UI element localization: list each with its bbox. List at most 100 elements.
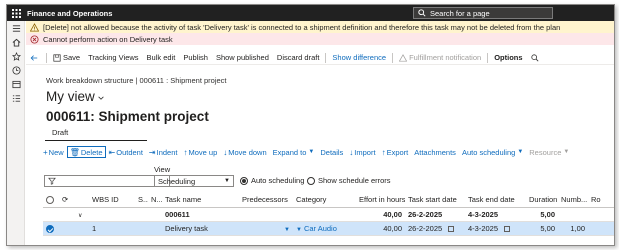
resource-button[interactable]: Resource ▼	[526, 148, 572, 157]
plus-icon: +	[43, 147, 48, 157]
export-button[interactable]: ↑ Export	[379, 148, 412, 157]
header-predecessors[interactable]: Predecessors	[239, 193, 293, 208]
hamburger-icon[interactable]	[7, 21, 25, 35]
search-placeholder: Search for a page	[430, 8, 490, 18]
page-title: 000611: Shipment project	[46, 109, 209, 124]
row-selected-checkbox[interactable]	[46, 224, 54, 233]
save-button[interactable]: Save	[49, 53, 84, 62]
app-title[interactable]: Finance and Operations	[27, 9, 112, 18]
header-wbs-id[interactable]: WBS ID	[89, 193, 135, 208]
select-all-checkbox[interactable]	[46, 196, 54, 205]
cell-wbs-id[interactable]	[89, 207, 135, 222]
cell-s	[135, 207, 148, 222]
calendar-icon[interactable]	[504, 225, 511, 232]
publish-button[interactable]: Publish	[179, 53, 212, 62]
cell-duration[interactable]: 5,00	[526, 221, 558, 236]
indent-button[interactable]: ⇥ Indent	[146, 148, 181, 157]
move-down-label: Move down	[228, 147, 267, 157]
outdent-icon: ⇤	[108, 147, 116, 157]
move-up-button[interactable]: ↑ Move up	[180, 148, 220, 157]
bulk-edit-button[interactable]: Bulk edit	[143, 53, 180, 62]
auto-scheduling-radio-label: Auto scheduling	[251, 176, 305, 185]
home-icon[interactable]	[7, 35, 25, 49]
cell-number[interactable]: 1,00	[558, 221, 588, 236]
table-row[interactable]: 1 Delivery task ▼ ▼ Car Audio 40,00 26-2-…	[43, 221, 614, 236]
header-end-date[interactable]: Task end date	[465, 193, 526, 208]
cell-wbs-id[interactable]: 1	[89, 221, 135, 236]
cell-effort[interactable]: 40,00	[356, 207, 405, 222]
tracking-views-button[interactable]: Tracking Views	[84, 53, 142, 62]
header-start-date[interactable]: Task start date	[405, 193, 465, 208]
header-duration[interactable]: Duration	[526, 193, 558, 208]
cell-category[interactable]: ▼ Car Audio	[293, 221, 356, 236]
chevron-down-icon: ▼	[563, 149, 570, 155]
list-icon[interactable]	[7, 91, 25, 105]
calendar-icon[interactable]	[448, 225, 455, 232]
move-down-button[interactable]: ↓ Move down	[220, 148, 269, 157]
import-button[interactable]: ↓ Import	[346, 148, 378, 157]
discard-draft-button[interactable]: Discard draft	[273, 53, 324, 62]
header-category[interactable]: Category	[293, 193, 356, 208]
outdent-button[interactable]: ⇤ Outdent	[106, 148, 146, 157]
category-link[interactable]: Car Audio	[304, 224, 337, 233]
attachments-button[interactable]: Attachments	[411, 148, 459, 157]
import-label: Import	[354, 147, 376, 157]
start-date-value: 26-2-2025	[408, 223, 443, 233]
collapse-toggle[interactable]: ∨	[75, 207, 89, 222]
cell-predecessors[interactable]	[239, 207, 293, 222]
clock-icon[interactable]	[7, 63, 25, 77]
show-published-button[interactable]: Show published	[212, 53, 273, 62]
status-tab[interactable]: Draft	[52, 128, 68, 137]
delete-button[interactable]: 🗑 Delete	[66, 146, 106, 158]
cell-duration[interactable]: 5,00	[526, 207, 558, 222]
back-button[interactable]	[26, 54, 44, 62]
chevron-down-icon: ∨	[78, 212, 83, 219]
cell-task-name[interactable]: 000611	[162, 207, 239, 222]
cell-end-date[interactable]: 4-3-2025	[465, 207, 526, 222]
header-effort[interactable]: Effort in hours	[356, 193, 405, 208]
search-box[interactable]: Search for a page	[413, 7, 553, 19]
header-s[interactable]: S...	[135, 193, 148, 208]
indent-label: Indent	[156, 147, 178, 157]
expand-to-button[interactable]: Expand to ▼	[270, 148, 318, 157]
select-all-header[interactable]	[43, 193, 59, 208]
radio-selected-icon	[240, 176, 248, 185]
cell-category[interactable]	[293, 207, 356, 222]
new-button[interactable]: + New	[40, 148, 67, 157]
cell-effort[interactable]: 40,00	[356, 221, 405, 236]
fulfillment-notification-label: Fulfillment notification	[409, 53, 482, 62]
header-number[interactable]: Numb...	[558, 193, 588, 208]
row-spacer-cell	[59, 207, 75, 222]
cell-end-date[interactable]: 4-3-2025	[465, 221, 526, 236]
app-launcher-icon[interactable]	[7, 5, 25, 21]
refresh-header[interactable]: ⟳	[59, 193, 75, 208]
details-button[interactable]: Details	[317, 148, 346, 157]
cell-start-date[interactable]: 26-2-2025	[405, 207, 465, 222]
options-tab[interactable]: Options	[490, 53, 526, 62]
auto-scheduling-button[interactable]: Auto scheduling ▼	[459, 148, 526, 157]
header-ro[interactable]: Ro	[588, 193, 614, 208]
cell-start-date[interactable]: 26-2-2025	[405, 221, 465, 236]
show-difference-button[interactable]: Show difference	[328, 53, 390, 62]
cell-task-name[interactable]: Delivery task	[162, 221, 239, 236]
row-select-cell[interactable]	[43, 221, 59, 236]
grid-filter-input[interactable]	[44, 175, 170, 187]
show-schedule-errors-radio[interactable]: Show schedule errors	[307, 176, 391, 185]
fulfillment-notification-button[interactable]: Fulfillment notification	[395, 53, 485, 62]
end-date-value: 4-3-2025	[468, 223, 499, 233]
star-icon[interactable]	[7, 49, 25, 63]
cell-ro	[588, 207, 614, 222]
table-row[interactable]: ∨ 000611 40,00 26-2-2025 4-3-2025 5,00	[43, 207, 614, 222]
view-selector[interactable]: My view	[46, 89, 105, 104]
auto-scheduling-radio[interactable]: Auto scheduling	[240, 176, 304, 185]
header-n[interactable]: N...	[148, 193, 162, 208]
header-task-name[interactable]: Task name	[162, 193, 239, 208]
refresh-icon[interactable]: ⟳	[62, 195, 68, 204]
cell-predecessors[interactable]: ▼	[239, 221, 293, 236]
export-label: Export	[386, 147, 409, 157]
cell-number[interactable]	[558, 207, 588, 222]
action-search-button[interactable]	[527, 53, 545, 62]
view-select[interactable]: Scheduling ▼	[154, 175, 234, 187]
breadcrumb[interactable]: Work breakdown structure | 000611 : Ship…	[46, 76, 227, 85]
workspace-icon[interactable]	[7, 77, 25, 91]
